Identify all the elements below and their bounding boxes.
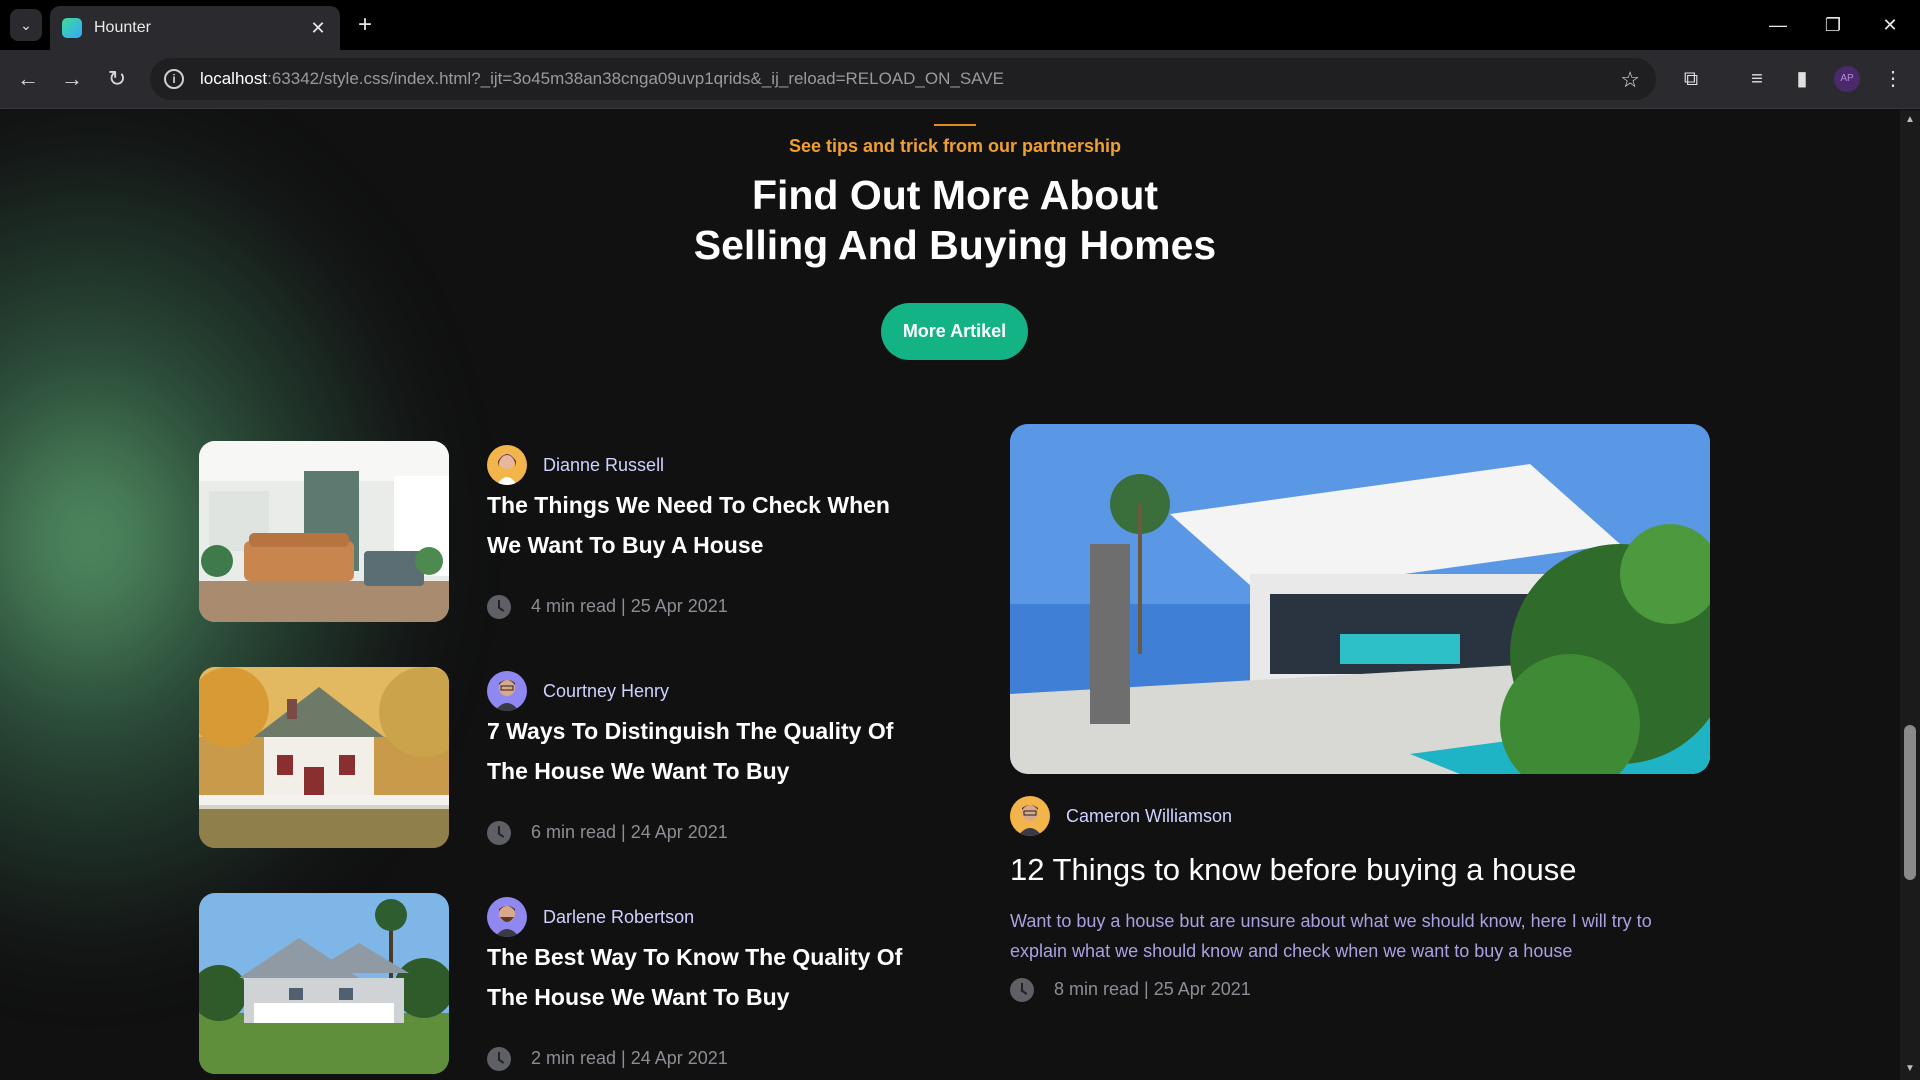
extensions-icon[interactable]: ⧉ (1676, 64, 1706, 94)
accent-divider (934, 124, 976, 126)
menu-icon[interactable]: ⋮ (1878, 64, 1908, 94)
article-meta: 4 min read | 25 Apr 2021 (531, 596, 728, 616)
clock-icon (487, 595, 511, 619)
avatar[interactable]: AP (1834, 66, 1860, 92)
close-icon[interactable]: ✕ (308, 18, 328, 38)
article-card[interactable]: Darlene Robertson The Best Way To Know T… (199, 893, 959, 1074)
restore-icon[interactable]: ❐ (1813, 10, 1853, 40)
more-articles-button[interactable]: More Artikel (881, 303, 1028, 360)
plus-icon[interactable]: + (352, 12, 378, 38)
site-favicon-icon (62, 18, 82, 38)
scrollbar-thumb[interactable] (1904, 725, 1916, 880)
headline-line-1: Find Out More About (751, 172, 1159, 218)
article-thumbnail[interactable] (199, 893, 449, 1074)
url-text[interactable]: localhost:63342/style.css/index.html?_ij… (200, 69, 1004, 89)
reload-icon[interactable]: ↻ (102, 64, 132, 94)
article-meta: 2 min read | 24 Apr 2021 (531, 1048, 728, 1068)
featured-article-title[interactable]: 12 Things to know before buying a house (1010, 850, 1576, 890)
author-avatar (487, 445, 527, 485)
info-icon[interactable]: i (164, 69, 184, 89)
star-icon[interactable]: ☆ (1620, 67, 1640, 93)
browser-tab[interactable]: Hounter ✕ (50, 6, 340, 50)
forward-icon[interactable]: → (57, 64, 87, 94)
featured-author-name[interactable]: Cameron Williamson (1066, 806, 1232, 827)
clock-icon (1010, 978, 1034, 1002)
page-scrollbar[interactable] (1900, 110, 1920, 1080)
article-meta: 6 min read | 24 Apr 2021 (531, 822, 728, 842)
author-name[interactable]: Courtney Henry (543, 681, 669, 702)
author-name[interactable]: Dianne Russell (543, 455, 664, 476)
featured-article-description: Want to buy a house but are unsure about… (1010, 911, 1652, 961)
scroll-up-icon[interactable]: ▲ (1903, 114, 1917, 128)
minimize-icon[interactable]: — (1758, 10, 1798, 40)
author-avatar (487, 671, 527, 711)
headline-line-2: Selling And Buying Homes (693, 222, 1217, 268)
article-title[interactable]: The Things We Need To Check When We Want… (487, 485, 917, 565)
close-window-icon[interactable]: ✕ (1870, 10, 1910, 40)
article-card[interactable]: Courtney Henry 7 Ways To Distinguish The… (199, 667, 959, 848)
section-eyebrow: See tips and trick from our partnership (788, 136, 1122, 156)
article-title[interactable]: The Best Way To Know The Quality Of The … (487, 937, 917, 1017)
article-card[interactable]: Dianne Russell The Things We Need To Che… (199, 441, 959, 622)
clock-icon (487, 1047, 511, 1071)
address-bar[interactable]: i localhost:63342/style.css/index.html?_… (150, 58, 1656, 100)
author-avatar (487, 897, 527, 937)
page-viewport: See tips and trick from our partnership … (0, 110, 1900, 1080)
browser-window: ⌄ Hounter ✕ + — ❐ ✕ ← → ↻ i localhost:63… (0, 0, 1920, 1080)
tab-title: Hounter (94, 19, 151, 36)
author-name[interactable]: Darlene Robertson (543, 907, 694, 928)
tab-search-icon[interactable]: ⌄ (10, 9, 42, 41)
media-icon[interactable]: ≡ (1742, 64, 1772, 94)
clock-icon (487, 821, 511, 845)
browser-toolbar: ← → ↻ i localhost:63342/style.css/index.… (0, 50, 1920, 109)
article-title[interactable]: 7 Ways To Distinguish The Quality Of The… (487, 711, 917, 791)
featured-article-meta: 8 min read | 25 Apr 2021 (1054, 979, 1251, 999)
featured-article-image[interactable] (1010, 424, 1710, 774)
scroll-down-icon[interactable]: ▼ (1903, 1063, 1917, 1077)
sidebar-icon[interactable]: ▮ (1787, 64, 1817, 94)
section-headline: Find Out More About Selling And Buying H… (0, 170, 1900, 270)
author-avatar (1010, 796, 1050, 836)
title-bar: ⌄ Hounter ✕ + — ❐ ✕ (0, 0, 1920, 50)
back-icon[interactable]: ← (13, 64, 43, 94)
article-thumbnail[interactable] (199, 667, 449, 848)
article-thumbnail[interactable] (199, 441, 449, 622)
